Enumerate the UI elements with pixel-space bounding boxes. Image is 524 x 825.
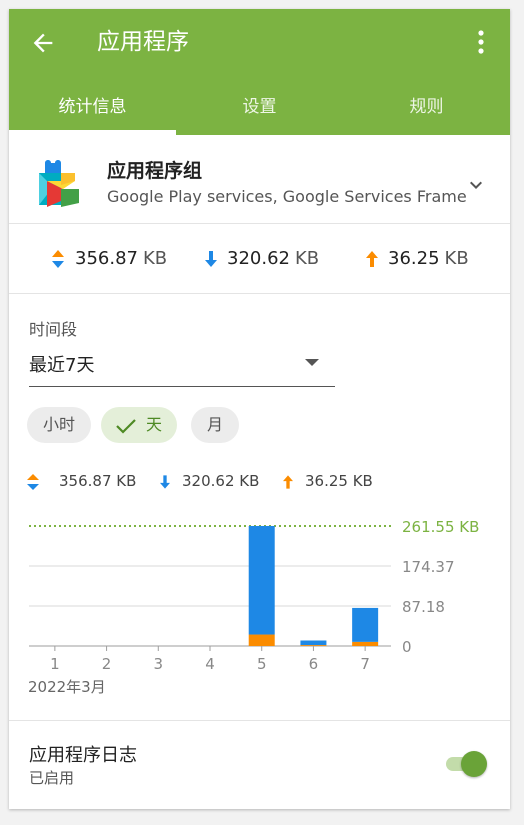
chart-x-tick-label: 6 bbox=[309, 655, 319, 673]
summary-total-value: 356.87 bbox=[75, 248, 138, 269]
chart-bar-download bbox=[300, 640, 327, 646]
app-log-title: 应用程序日志 bbox=[29, 745, 137, 766]
app-group-subtitle: Google Play services, Google Services Fr… bbox=[107, 187, 467, 206]
chart-legend: 356.87 KB 320.62 KB 36.25 KB bbox=[9, 469, 510, 493]
summary-download: 320.62 KB bbox=[205, 234, 319, 294]
arrow-up-icon bbox=[366, 251, 378, 267]
legend-upload: 36.25 KB bbox=[283, 469, 373, 493]
divider bbox=[9, 720, 510, 721]
chart-x-tick-label: 5 bbox=[257, 655, 267, 673]
chart-x-tick-label: 7 bbox=[360, 655, 370, 673]
app-group-row[interactable]: 应用程序组 Google Play services, Google Servi… bbox=[9, 149, 510, 225]
summary-upload: 36.25 KB bbox=[366, 234, 469, 294]
summary-upload-value: 36.25 bbox=[388, 248, 440, 269]
chart-x-tick-label: 3 bbox=[154, 655, 164, 673]
tab-rules[interactable]: 规则 bbox=[343, 85, 510, 135]
app-group-name: 应用程序组 bbox=[107, 160, 203, 182]
chart-bar-upload bbox=[352, 641, 379, 646]
arrow-back-icon[interactable] bbox=[29, 29, 57, 57]
chip-hour[interactable]: 小时 bbox=[27, 407, 91, 443]
app-log-toggle[interactable] bbox=[443, 750, 489, 778]
arrow-down-icon bbox=[205, 251, 217, 267]
summary-download-unit: KB bbox=[294, 248, 320, 269]
chart-bar-download bbox=[352, 607, 379, 642]
dropdown-caret-icon bbox=[305, 359, 319, 366]
app-screen: 应用程序 统计信息 设置 规则 应用程序组 Google Play servic… bbox=[9, 9, 510, 809]
chevron-down-icon[interactable] bbox=[464, 173, 488, 197]
chart-x-tick-label: 2 bbox=[102, 655, 112, 673]
updown-arrows-icon bbox=[52, 250, 64, 268]
chart-y-tick-label: 87.18 bbox=[402, 598, 445, 616]
check-icon bbox=[116, 418, 136, 434]
chart-bar-upload bbox=[300, 645, 327, 646]
divider bbox=[9, 293, 510, 294]
summary-download-value: 320.62 bbox=[227, 248, 290, 269]
legend-total-value: 356.87 KB bbox=[59, 472, 137, 490]
chart-x-tick-label: 4 bbox=[205, 655, 215, 673]
chip-month[interactable]: 月 bbox=[191, 407, 239, 443]
chart-bar-upload bbox=[248, 634, 275, 646]
more-vert-icon[interactable] bbox=[471, 27, 491, 57]
app-bar: 应用程序 统计信息 设置 规则 bbox=[9, 9, 510, 135]
arrow-up-icon bbox=[283, 474, 293, 489]
legend-total: 356.87 KB bbox=[27, 469, 136, 493]
legend-upload-value: 36.25 KB bbox=[305, 472, 373, 490]
chip-day[interactable]: 天 bbox=[101, 407, 177, 443]
period-select[interactable]: 最近7天 bbox=[29, 345, 335, 387]
chart-y-tick-label: 0 bbox=[402, 638, 412, 656]
summary-upload-unit: KB bbox=[444, 248, 469, 269]
tab-indicator bbox=[9, 130, 176, 135]
updown-arrows-icon bbox=[27, 473, 39, 490]
divider bbox=[9, 223, 510, 224]
chart-max-label: 261.55 KB bbox=[402, 518, 479, 536]
tab-settings[interactable]: 设置 bbox=[176, 85, 343, 135]
chart-x-label: 2022年3月 bbox=[28, 678, 106, 696]
page-title: 应用程序 bbox=[97, 29, 189, 55]
tab-statistics[interactable]: 统计信息 bbox=[9, 85, 176, 135]
toggle-knob bbox=[461, 751, 487, 777]
tab-bar: 统计信息 设置 规则 bbox=[9, 85, 510, 135]
period-select-value: 最近7天 bbox=[29, 355, 95, 376]
legend-download-value: 320.62 KB bbox=[182, 472, 260, 490]
chart-y-tick-label: 174.37 bbox=[402, 558, 455, 576]
usage-summary: 356.87 KB 320.62 KB 36.25 KB bbox=[9, 234, 510, 294]
arrow-down-icon bbox=[160, 474, 170, 489]
period-label: 时间段 bbox=[29, 320, 78, 339]
google-play-services-icon bbox=[39, 160, 79, 207]
summary-total-unit: KB bbox=[142, 248, 168, 269]
legend-download: 320.62 KB bbox=[160, 469, 259, 493]
chart-bar-download bbox=[248, 525, 275, 635]
chart-x-tick-label: 1 bbox=[50, 655, 60, 673]
app-log-status: 已启用 bbox=[29, 769, 75, 787]
summary-total: 356.87 KB bbox=[51, 234, 167, 294]
chip-day-label: 天 bbox=[145, 415, 162, 434]
